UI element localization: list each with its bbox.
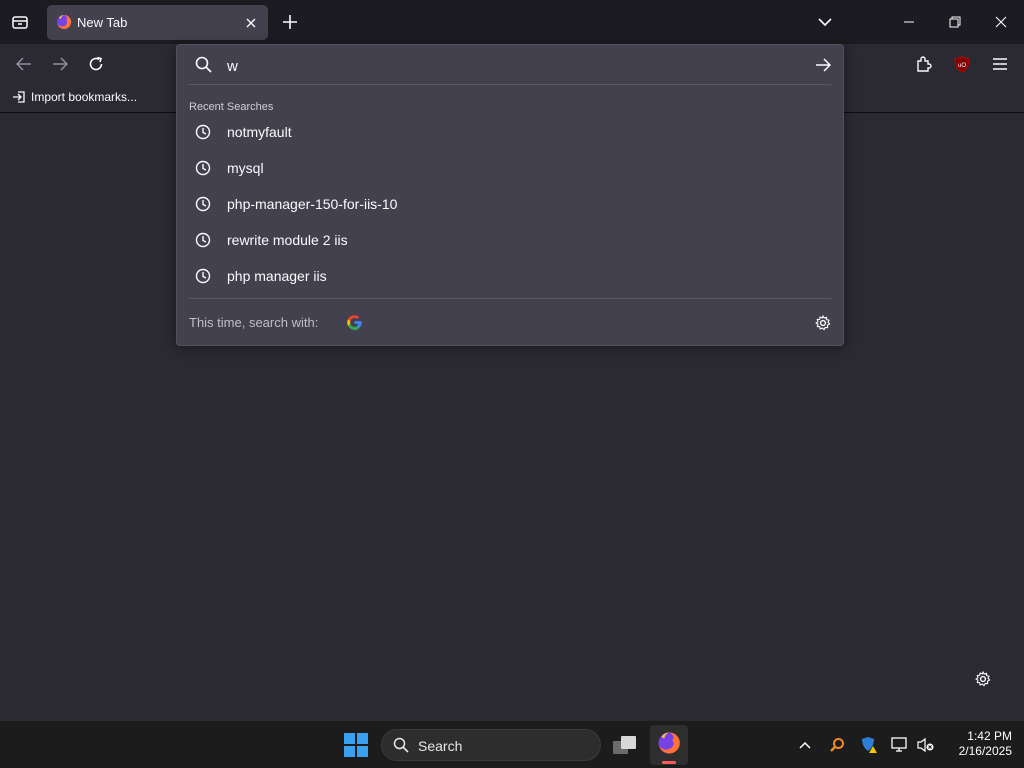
search-settings-button[interactable] [811, 311, 835, 335]
volume-tray-button[interactable] [916, 735, 936, 755]
close-tab-button[interactable] [242, 14, 260, 32]
urlbar-popup: Recent Searches notmyfault mysql php-man… [176, 44, 844, 346]
hamburger-menu-icon [993, 58, 1007, 70]
history-clock-icon [195, 196, 211, 212]
close-icon [246, 18, 256, 28]
chevron-down-icon [818, 17, 832, 26]
puzzle-icon [917, 56, 932, 72]
history-clock-icon [195, 268, 211, 284]
forward-arrow-icon [53, 57, 68, 71]
extensions-button[interactable] [910, 50, 938, 78]
recent-search-item[interactable]: rewrite module 2 iis [185, 223, 835, 257]
network-tray-button[interactable] [890, 735, 910, 755]
minimize-icon [904, 21, 914, 23]
start-button[interactable] [340, 731, 372, 759]
import-icon [13, 91, 25, 103]
go-button[interactable] [811, 53, 835, 77]
search-with-label: This time, search with: [189, 315, 319, 330]
magnifier-tray-icon [830, 738, 844, 752]
svg-text:uO: uO [958, 63, 966, 69]
minimize-button[interactable] [890, 8, 928, 36]
history-clock-icon [195, 160, 211, 176]
recent-search-text: rewrite module 2 iis [227, 232, 348, 248]
tab-new-tab[interactable]: New Tab [47, 5, 268, 40]
tab-bar: New Tab [0, 0, 1024, 44]
tab-title: New Tab [77, 15, 128, 30]
taskbar-search-label: Search [418, 738, 463, 754]
reload-icon [89, 56, 103, 71]
recent-search-item[interactable]: notmyfault [185, 115, 835, 149]
close-window-button[interactable] [982, 8, 1020, 36]
google-icon [346, 314, 362, 330]
reload-button[interactable] [82, 50, 110, 78]
recent-search-text: php manager iis [227, 268, 327, 284]
recent-search-item[interactable]: mysql [185, 151, 835, 185]
plus-icon [283, 15, 297, 29]
history-clock-icon [195, 232, 211, 248]
tab-overflow-button[interactable] [813, 10, 837, 34]
active-app-indicator [662, 761, 676, 764]
task-view-button[interactable] [609, 729, 641, 761]
firefox-icon [57, 14, 72, 29]
ublock-origin-button[interactable]: uO [948, 50, 976, 78]
recent-search-text: php-manager-150-for-iis-10 [227, 196, 398, 212]
google-search-engine-button[interactable] [343, 311, 365, 333]
app-menu-button[interactable] [986, 50, 1014, 78]
shield-warning-icon [862, 737, 877, 753]
windows-logo-icon [344, 733, 368, 757]
forward-button[interactable] [46, 50, 74, 78]
recent-search-text: notmyfault [227, 124, 292, 140]
clock-date: 2/16/2025 [958, 744, 1012, 758]
ublock-origin-icon: uO [954, 55, 970, 73]
back-arrow-icon [16, 57, 31, 71]
recent-search-item[interactable]: php-manager-150-for-iis-10 [185, 187, 835, 221]
taskbar-clock[interactable]: 1:42 PM 2/16/2025 [940, 729, 1012, 759]
import-bookmarks-label: Import bookmarks... [31, 90, 138, 104]
tab-list-icon [12, 16, 28, 29]
list-all-tabs-button[interactable] [6, 8, 34, 36]
urlbar-input[interactable] [227, 55, 787, 77]
divider [189, 84, 831, 85]
task-view-icon [613, 736, 636, 754]
chevron-up-icon [799, 741, 811, 749]
firefox-taskbar-button[interactable] [650, 725, 688, 765]
import-bookmarks-button[interactable]: Import bookmarks... [12, 90, 137, 104]
restore-button[interactable] [936, 8, 974, 36]
recent-searches-heading: Recent Searches [189, 101, 274, 113]
windows-taskbar: Search 1:42 PM 2/16/2025 [0, 720, 1024, 768]
recent-search-item[interactable]: php manager iis [185, 259, 835, 293]
volume-muted-icon [917, 737, 934, 753]
clock-time: 1:42 PM [967, 729, 1012, 743]
recent-search-text: mysql [227, 160, 264, 176]
new-tab-button[interactable] [278, 10, 302, 34]
gear-icon [815, 315, 831, 331]
search-icon [195, 56, 212, 73]
taskbar-search-box[interactable]: Search [381, 729, 601, 761]
newtab-settings-button[interactable] [970, 666, 996, 692]
gear-icon [975, 671, 991, 687]
search-icon [393, 737, 409, 753]
arrow-right-icon [816, 58, 831, 72]
firefox-icon [658, 732, 680, 754]
history-clock-icon [195, 124, 211, 140]
back-button[interactable] [10, 50, 38, 78]
network-icon [891, 737, 907, 752]
security-tray-button[interactable] [859, 735, 879, 755]
tray-app-button[interactable] [827, 735, 847, 755]
divider [189, 298, 831, 299]
restore-icon [949, 16, 961, 28]
close-window-icon [995, 16, 1007, 28]
show-hidden-icons-button[interactable] [795, 735, 815, 755]
